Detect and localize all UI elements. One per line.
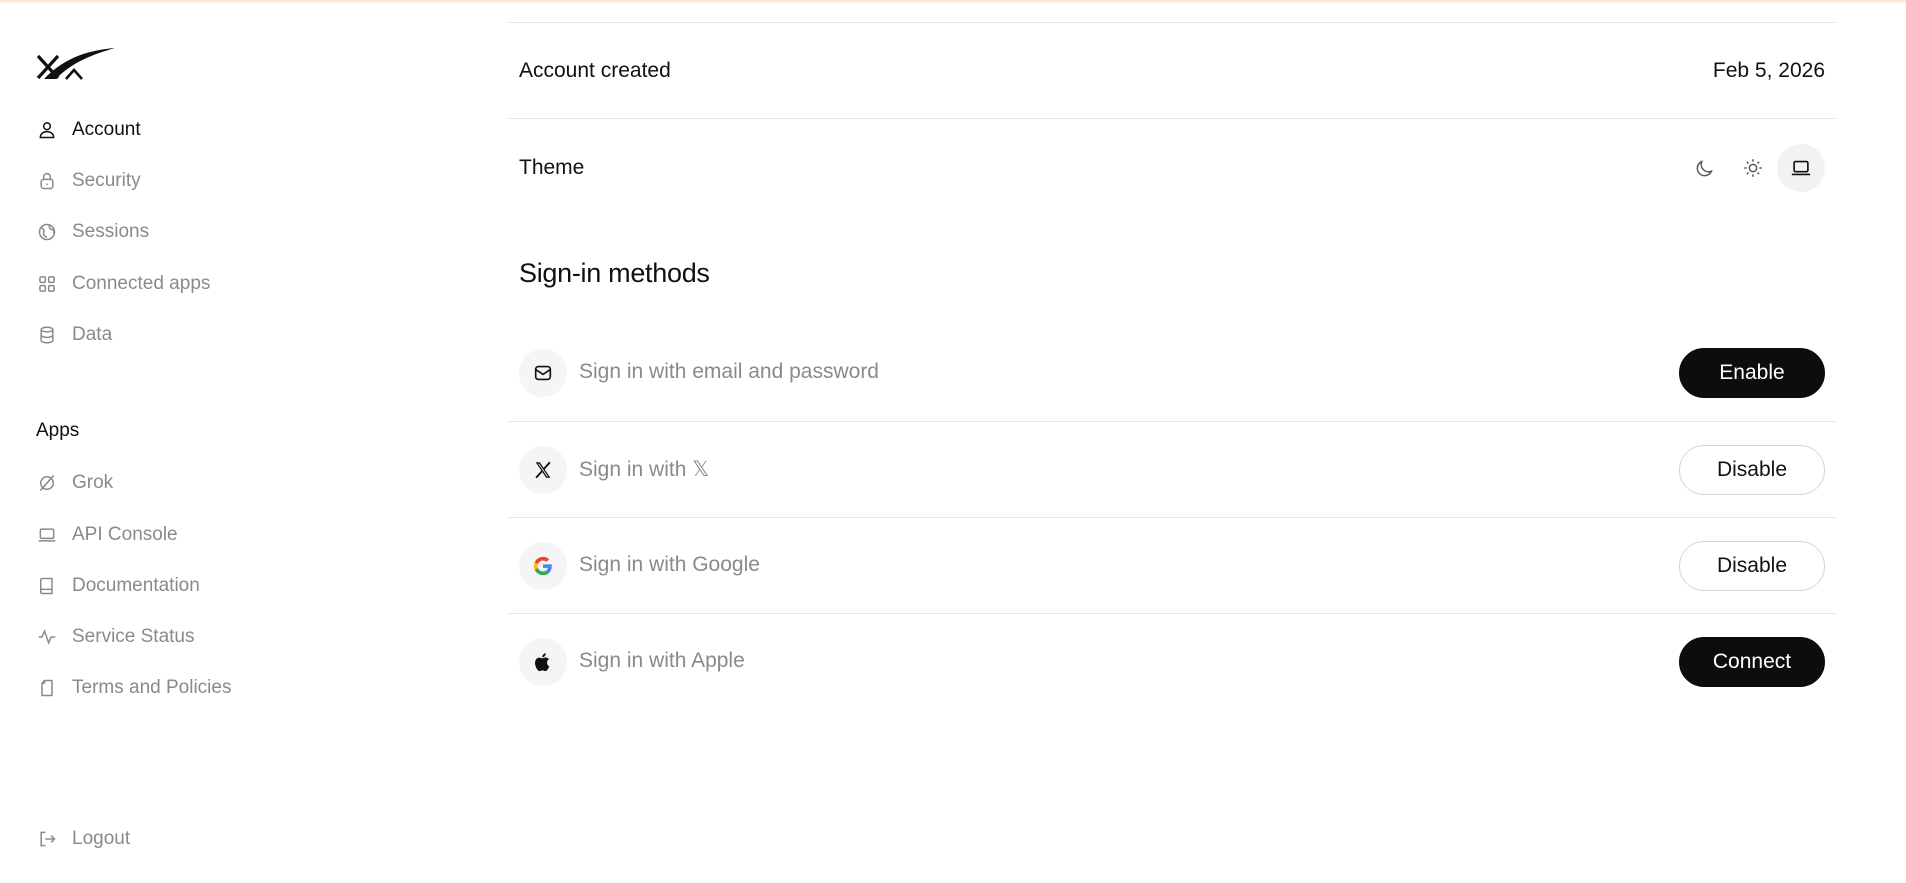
sign-in-method-email: Sign in with email and password Enable (507, 325, 1837, 421)
apple-icon (519, 638, 567, 686)
lock-icon (36, 170, 58, 192)
sidebar-item-sessions[interactable]: Sessions (36, 216, 149, 248)
globe-icon (36, 221, 58, 243)
sidebar: Account Security Sessions Connected apps… (0, 0, 500, 883)
theme-light-button[interactable] (1729, 144, 1777, 192)
divider (507, 118, 1837, 119)
enable-email-button[interactable]: Enable (1679, 348, 1825, 398)
xai-logo-mark (36, 48, 115, 80)
sign-in-method-apple: Sign in with Apple Connect (507, 614, 1837, 710)
moon-icon (1696, 160, 1713, 177)
sidebar-item-label: Grok (72, 472, 114, 493)
logout-button[interactable]: Logout (36, 823, 130, 855)
sidebar-item-security[interactable]: Security (36, 165, 141, 197)
sidebar-item-label: Account (72, 119, 141, 140)
connect-apple-button[interactable]: Connect (1679, 637, 1825, 687)
x-icon (519, 446, 567, 494)
sidebar-item-label: Service Status (72, 626, 195, 647)
divider (507, 22, 1837, 23)
activity-icon (36, 626, 58, 648)
sidebar-item-label: Connected apps (72, 273, 211, 294)
database-icon (36, 324, 58, 346)
sidebar-item-data[interactable]: Data (36, 319, 112, 351)
disable-google-button[interactable]: Disable (1679, 541, 1825, 591)
sidebar-item-label: Documentation (72, 575, 200, 596)
user-icon (36, 119, 58, 141)
book-icon (36, 575, 58, 597)
grid-icon (36, 273, 58, 295)
sign-in-methods-heading: Sign-in methods (519, 258, 710, 288)
theme-switcher (1681, 144, 1825, 192)
google-icon (519, 542, 567, 590)
sign-in-method-label: Sign in with Google (579, 553, 760, 576)
theme-label: Theme (519, 156, 585, 179)
laptop-icon (36, 524, 58, 546)
logout-label: Logout (72, 828, 131, 849)
sidebar-item-label: API Console (72, 524, 178, 545)
sun-icon (1744, 159, 1762, 177)
mail-icon (519, 349, 567, 397)
logout-icon (36, 828, 58, 850)
grok-icon (36, 472, 58, 494)
sign-in-method-google: Sign in with Google Disable (507, 518, 1837, 614)
sidebar-item-service-status[interactable]: Service Status (36, 621, 195, 653)
account-settings-panel: Account created Feb 5, 2026 Theme Sign-i… (507, 0, 1837, 883)
sidebar-item-label: Data (72, 324, 113, 345)
account-created-label: Account created (519, 59, 671, 82)
account-created-value: Feb 5, 2026 (1712, 59, 1825, 82)
sidebar-item-terms[interactable]: Terms and Policies (36, 672, 231, 704)
sidebar-item-grok[interactable]: Grok (36, 467, 113, 499)
xai-logo[interactable] (36, 48, 116, 82)
theme-system-button[interactable] (1777, 144, 1825, 192)
apps-section-title: Apps (36, 420, 80, 441)
disable-x-button[interactable]: Disable (1679, 445, 1825, 495)
sidebar-item-connected-apps[interactable]: Connected apps (36, 268, 210, 300)
sidebar-item-api-console[interactable]: API Console (36, 519, 178, 551)
sign-in-method-x: Sign in with 𝕏 Disable (507, 422, 1837, 518)
sidebar-item-documentation[interactable]: Documentation (36, 570, 200, 602)
sidebar-item-account[interactable]: Account (36, 114, 141, 146)
sidebar-item-label: Security (72, 170, 141, 191)
theme-dark-button[interactable] (1681, 144, 1729, 192)
document-icon (36, 677, 58, 699)
sign-in-method-label: Sign in with Apple (579, 649, 745, 672)
sign-in-method-label: Sign in with 𝕏 (579, 458, 710, 481)
sidebar-item-label: Sessions (72, 221, 150, 242)
laptop-icon (1791, 160, 1811, 176)
sign-in-method-label: Sign in with email and password (579, 360, 879, 383)
sidebar-item-label: Terms and Policies (72, 677, 232, 698)
